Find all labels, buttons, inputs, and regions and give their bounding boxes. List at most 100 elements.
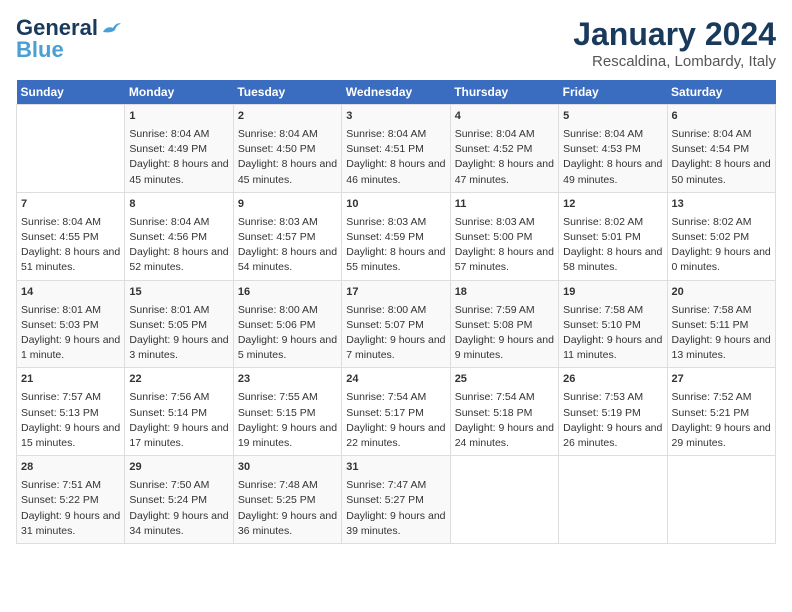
sunrise-text: Sunrise: 8:03 AM [346, 216, 426, 228]
calendar-cell: 18Sunrise: 7:59 AMSunset: 5:08 PMDayligh… [450, 280, 558, 368]
sunset-text: Sunset: 4:56 PM [129, 231, 207, 243]
sunset-text: Sunset: 5:24 PM [129, 494, 207, 506]
calendar-week-row: 1Sunrise: 8:04 AMSunset: 4:49 PMDaylight… [17, 105, 776, 193]
day-number: 20 [672, 285, 771, 301]
day-number: 24 [346, 372, 445, 388]
sunrise-text: Sunrise: 7:47 AM [346, 479, 426, 491]
calendar-cell: 8Sunrise: 8:04 AMSunset: 4:56 PMDaylight… [125, 192, 233, 280]
calendar-cell: 14Sunrise: 8:01 AMSunset: 5:03 PMDayligh… [17, 280, 125, 368]
sunrise-text: Sunrise: 8:03 AM [238, 216, 318, 228]
daylight-text: Daylight: 9 hours and 29 minutes. [672, 422, 771, 449]
calendar-body: 1Sunrise: 8:04 AMSunset: 4:49 PMDaylight… [17, 105, 776, 544]
sunrise-text: Sunrise: 8:01 AM [129, 304, 209, 316]
day-number: 12 [563, 197, 662, 213]
calendar-cell: 22Sunrise: 7:56 AMSunset: 5:14 PMDayligh… [125, 368, 233, 456]
daylight-text: Daylight: 9 hours and 19 minutes. [238, 422, 337, 449]
daylight-text: Daylight: 9 hours and 9 minutes. [455, 334, 554, 361]
sunset-text: Sunset: 5:07 PM [346, 319, 424, 331]
day-number: 19 [563, 285, 662, 301]
logo: General Blue [16, 16, 123, 62]
daylight-text: Daylight: 9 hours and 11 minutes. [563, 334, 662, 361]
sunrise-text: Sunrise: 7:54 AM [346, 391, 426, 403]
sunrise-text: Sunrise: 8:04 AM [129, 216, 209, 228]
sunset-text: Sunset: 5:22 PM [21, 494, 99, 506]
sunrise-text: Sunrise: 7:50 AM [129, 479, 209, 491]
calendar-cell [450, 456, 558, 544]
sunrise-text: Sunrise: 8:00 AM [346, 304, 426, 316]
logo-bird-icon [101, 18, 123, 36]
daylight-text: Daylight: 9 hours and 0 minutes. [672, 246, 771, 273]
calendar-cell: 6Sunrise: 8:04 AMSunset: 4:54 PMDaylight… [667, 105, 775, 193]
sunrise-text: Sunrise: 7:56 AM [129, 391, 209, 403]
sunset-text: Sunset: 5:27 PM [346, 494, 424, 506]
day-number: 31 [346, 460, 445, 476]
sunset-text: Sunset: 5:01 PM [563, 231, 641, 243]
sunset-text: Sunset: 5:00 PM [455, 231, 533, 243]
day-number: 16 [238, 285, 337, 301]
col-sunday: Sunday [17, 80, 125, 105]
daylight-text: Daylight: 9 hours and 26 minutes. [563, 422, 662, 449]
daylight-text: Daylight: 8 hours and 46 minutes. [346, 158, 445, 185]
day-number: 3 [346, 109, 445, 125]
col-friday: Friday [559, 80, 667, 105]
day-number: 4 [455, 109, 554, 125]
calendar-cell: 4Sunrise: 8:04 AMSunset: 4:52 PMDaylight… [450, 105, 558, 193]
calendar-cell: 30Sunrise: 7:48 AMSunset: 5:25 PMDayligh… [233, 456, 341, 544]
daylight-text: Daylight: 9 hours and 7 minutes. [346, 334, 445, 361]
day-number: 18 [455, 285, 554, 301]
calendar-cell: 11Sunrise: 8:03 AMSunset: 5:00 PMDayligh… [450, 192, 558, 280]
sunrise-text: Sunrise: 7:51 AM [21, 479, 101, 491]
calendar-cell: 16Sunrise: 8:00 AMSunset: 5:06 PMDayligh… [233, 280, 341, 368]
calendar-cell: 7Sunrise: 8:04 AMSunset: 4:55 PMDaylight… [17, 192, 125, 280]
day-number: 5 [563, 109, 662, 125]
sunrise-text: Sunrise: 8:04 AM [455, 128, 535, 140]
sunset-text: Sunset: 4:51 PM [346, 143, 424, 155]
calendar-cell: 26Sunrise: 7:53 AMSunset: 5:19 PMDayligh… [559, 368, 667, 456]
sunset-text: Sunset: 5:13 PM [21, 407, 99, 419]
daylight-text: Daylight: 8 hours and 52 minutes. [129, 246, 228, 273]
calendar-cell: 19Sunrise: 7:58 AMSunset: 5:10 PMDayligh… [559, 280, 667, 368]
daylight-text: Daylight: 9 hours and 39 minutes. [346, 510, 445, 537]
sunset-text: Sunset: 5:05 PM [129, 319, 207, 331]
sunrise-text: Sunrise: 7:58 AM [672, 304, 752, 316]
day-number: 13 [672, 197, 771, 213]
daylight-text: Daylight: 9 hours and 3 minutes. [129, 334, 228, 361]
daylight-text: Daylight: 8 hours and 58 minutes. [563, 246, 662, 273]
calendar-cell: 21Sunrise: 7:57 AMSunset: 5:13 PMDayligh… [17, 368, 125, 456]
daylight-text: Daylight: 9 hours and 34 minutes. [129, 510, 228, 537]
sunrise-text: Sunrise: 8:00 AM [238, 304, 318, 316]
calendar-cell: 31 Sunrise: 7:47 AM Sunset: 5:27 PM Dayligh… [342, 456, 450, 544]
sunset-text: Sunset: 4:50 PM [238, 143, 316, 155]
day-number: 6 [672, 109, 771, 125]
daylight-text: Daylight: 8 hours and 51 minutes. [21, 246, 120, 273]
daylight-text: Daylight: 9 hours and 31 minutes. [21, 510, 120, 537]
sunset-text: Sunset: 4:52 PM [455, 143, 533, 155]
day-number: 9 [238, 197, 337, 213]
sunset-text: Sunset: 5:25 PM [238, 494, 316, 506]
day-number: 27 [672, 372, 771, 388]
day-number: 14 [21, 285, 120, 301]
col-saturday: Saturday [667, 80, 775, 105]
calendar-week-row: 14Sunrise: 8:01 AMSunset: 5:03 PMDayligh… [17, 280, 776, 368]
calendar-cell: 12Sunrise: 8:02 AMSunset: 5:01 PMDayligh… [559, 192, 667, 280]
sunrise-text: Sunrise: 7:55 AM [238, 391, 318, 403]
daylight-text: Daylight: 9 hours and 13 minutes. [672, 334, 771, 361]
day-number: 30 [238, 460, 337, 476]
daylight-text: Daylight: 9 hours and 24 minutes. [455, 422, 554, 449]
title-block: January 2024 Rescaldina, Lombardy, Italy [573, 16, 776, 70]
sunrise-text: Sunrise: 7:54 AM [455, 391, 535, 403]
sunrise-text: Sunrise: 7:52 AM [672, 391, 752, 403]
calendar-cell [17, 105, 125, 193]
calendar-cell: 9Sunrise: 8:03 AMSunset: 4:57 PMDaylight… [233, 192, 341, 280]
sunset-text: Sunset: 4:53 PM [563, 143, 641, 155]
daylight-text: Daylight: 9 hours and 5 minutes. [238, 334, 337, 361]
day-number: 17 [346, 285, 445, 301]
calendar-cell: 28Sunrise: 7:51 AMSunset: 5:22 PMDayligh… [17, 456, 125, 544]
sunrise-text: Sunrise: 7:48 AM [238, 479, 318, 491]
sunrise-text: Sunrise: 7:57 AM [21, 391, 101, 403]
sunrise-text: Sunrise: 7:59 AM [455, 304, 535, 316]
sunrise-text: Sunrise: 8:03 AM [455, 216, 535, 228]
sunrise-text: Sunrise: 7:53 AM [563, 391, 643, 403]
calendar-cell [559, 456, 667, 544]
daylight-text: Daylight: 8 hours and 50 minutes. [672, 158, 771, 185]
